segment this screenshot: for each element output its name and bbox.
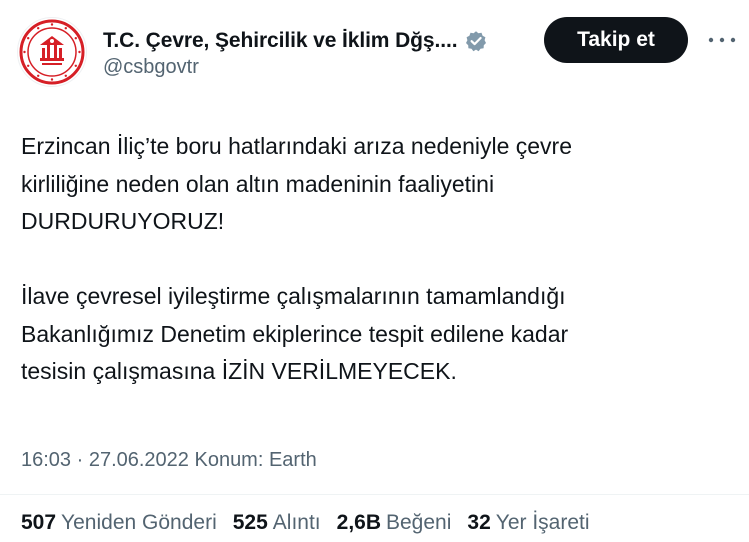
tweet-line: tesisin çalışmasına İZİN VERİLMEYECEK. bbox=[21, 358, 457, 384]
ministry-emblem-icon bbox=[19, 19, 85, 85]
stat-reposts[interactable]: 507 Yeniden Gönderi bbox=[21, 511, 217, 535]
tweet-line: Bakanlığımız Denetim ekiplerince tespit … bbox=[21, 320, 569, 347]
stat-label: Beğeni bbox=[386, 511, 452, 534]
author-display-name[interactable]: T.C. Çevre, Şehircilik ve İklim Dğş.... bbox=[103, 29, 458, 53]
tweet-line: DURDURUYORUZ! bbox=[21, 208, 225, 234]
tweet-line: kirliliğine neden olan altın madeninin f… bbox=[21, 170, 495, 197]
stat-label: Alıntı bbox=[272, 511, 321, 534]
tweet-paragraph: Erzincan İliç’te boru hatlarındaki arıza… bbox=[21, 128, 721, 241]
stat-label: Yeniden Gönderi bbox=[61, 511, 217, 534]
stat-likes[interactable]: 2,6B Beğeni bbox=[337, 511, 452, 535]
author-name-row: T.C. Çevre, Şehircilik ve İklim Dğş.... bbox=[103, 26, 487, 56]
stat-bookmarks[interactable]: 32 Yer İşareti bbox=[467, 511, 589, 535]
tweet-timestamp-location[interactable]: 16:03 · 27.06.2022 Konum: Earth bbox=[21, 449, 317, 472]
stat-count: 32 bbox=[467, 511, 491, 534]
more-options-icon[interactable] bbox=[702, 28, 742, 52]
tweet-line: İlave çevresel iyileştirme çalışmalarını… bbox=[21, 283, 566, 309]
stat-count: 507 bbox=[21, 511, 57, 534]
avatar[interactable] bbox=[17, 17, 87, 87]
stat-label: Yer İşareti bbox=[495, 511, 590, 534]
stat-count: 525 bbox=[232, 511, 268, 534]
author-handle[interactable]: @csbgovtr bbox=[103, 56, 199, 79]
tweet-card: T.C. Çevre, Şehircilik ve İklim Dğş.... … bbox=[0, 0, 749, 542]
follow-button[interactable]: Takip et bbox=[544, 17, 688, 63]
tweet-text: Erzincan İliç’te boru hatlarındaki arıza… bbox=[21, 128, 721, 391]
engagement-stats: 507 Yeniden Gönderi 525 Alıntı 2,6B Beğeni … bbox=[21, 511, 606, 535]
verified-badge-icon[interactable] bbox=[465, 30, 487, 52]
divider bbox=[0, 494, 749, 495]
stat-count: 2,6B bbox=[336, 511, 381, 534]
tweet-paragraph: İlave çevresel iyileştirme çalışmalarını… bbox=[21, 278, 721, 391]
tweet-line: Erzincan İliç’te boru hatlarındaki arıza… bbox=[21, 133, 573, 159]
stat-quotes[interactable]: 525 Alıntı bbox=[233, 511, 321, 535]
